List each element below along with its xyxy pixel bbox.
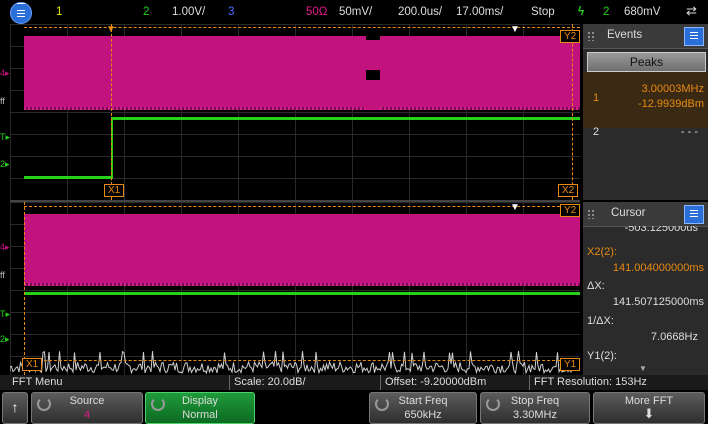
event-index: 1 <box>593 92 600 104</box>
main-menu-button[interactable] <box>2 0 46 24</box>
start-freq-softkey[interactable]: Start Freq 650kHz <box>369 392 477 424</box>
channel-markers: 4▸ ff T▸ 2▸ 4▸ ff T▸ 2▸ <box>0 24 10 375</box>
cursor-y2-label[interactable]: Y2 <box>560 204 580 217</box>
cursor-y1-label[interactable]: Y1 <box>560 358 580 371</box>
softkey-label: Source <box>69 395 105 407</box>
status-bar: FFT Menu Scale: 20.0dB/ Offset: -9.20000… <box>0 375 708 390</box>
fft-spectrum-trace <box>10 350 580 375</box>
events-header: Events <box>583 24 708 49</box>
softkey-bar: ↑ Source 4 Display Normal Start Freq 650… <box>0 391 708 424</box>
channel-3-indicator[interactable]: 3 <box>228 6 234 18</box>
trigger-marker-upper[interactable]: T▸ <box>0 132 10 143</box>
cursor-x1-label[interactable]: X1 <box>104 184 125 197</box>
upper-waveform-display[interactable]: X1 X2 Y2 ▼ ▼ <box>10 24 580 200</box>
channel-4-trace-gap-top <box>366 40 380 70</box>
cursor-x1-label[interactable]: X1 <box>22 358 43 371</box>
cursor-x2-label: X2(2): <box>587 246 617 258</box>
fft-resolution-value: FFT Resolution: 153Hz <box>534 376 647 388</box>
trigger-position-icon: ▼ <box>106 24 116 35</box>
delay-value[interactable]: 17.00ms/ <box>456 6 503 18</box>
menu-name: FFT Menu <box>12 376 63 388</box>
inverse-delta-x-label: 1/ΔX: <box>587 315 614 327</box>
cursor-x1-line[interactable] <box>111 24 113 200</box>
channel-2-trace-low <box>24 176 112 179</box>
event-row-2[interactable]: 2 - - - <box>583 116 708 146</box>
time-reference-icon: ▼ <box>510 24 520 35</box>
up-arrow-icon: ↑ <box>11 399 19 415</box>
cursor-x1-value: -503.125000us <box>624 226 698 234</box>
trigger-channel[interactable]: 2 <box>603 6 609 18</box>
drag-handle-icon[interactable] <box>587 31 595 41</box>
channel-4-marker-upper[interactable]: 4▸ <box>0 68 10 79</box>
fft-marker-upper[interactable]: ff <box>0 96 5 106</box>
event-frequency: 3.00003MHz <box>641 83 704 95</box>
softkey-value: 650kHz <box>404 409 442 421</box>
cursor-y2-line[interactable] <box>24 206 580 207</box>
channel-2-marker-upper[interactable]: 2▸ <box>0 159 10 170</box>
down-arrow-icon: ⬇ <box>643 406 655 421</box>
cursor-x2-label[interactable]: X2 <box>558 184 579 197</box>
stop-freq-softkey[interactable]: Stop Freq 3.30MHz <box>480 392 590 424</box>
cursor-y2-label[interactable]: Y2 <box>560 30 580 43</box>
trigger-marker-lower[interactable]: T▸ <box>0 309 10 320</box>
channel-4-trace-segment-2 <box>380 36 580 110</box>
top-status-bar: 1 2 1.00V/ 3 50Ω 50mV/ 200.0us/ 17.00ms/… <box>0 0 708 24</box>
run-state[interactable]: Stop <box>531 6 555 18</box>
channel-2-marker-lower[interactable]: 2▸ <box>0 334 10 345</box>
panel-menu-icon[interactable] <box>684 205 704 224</box>
panel-menu-icon[interactable] <box>684 27 704 46</box>
softkey-label: Stop Freq <box>510 395 560 407</box>
event-value: - - - <box>680 126 698 138</box>
channel-2-trace-high <box>111 117 580 120</box>
channel-4-scale[interactable]: 50mV/ <box>339 6 372 18</box>
more-fft-softkey[interactable]: More FFT ⬇ <box>593 392 705 424</box>
delta-x-value: 141.507125000ms <box>612 296 704 308</box>
trigger-coupling-icon: ⇄ <box>686 3 697 18</box>
display-softkey[interactable]: Display Normal <box>145 392 255 424</box>
inverse-delta-x-value: 7.0668Hz <box>650 331 698 343</box>
timebase-scale[interactable]: 200.0us/ <box>398 6 442 18</box>
cursor-x2-value: 141.004000000ms <box>612 262 704 274</box>
softkey-value: 4 <box>83 409 91 421</box>
events-title: Events <box>607 29 643 41</box>
softkey-label: Start Freq <box>398 395 448 407</box>
trigger-edge-icon: ϟ <box>578 6 585 18</box>
cursor-x2-line[interactable] <box>572 24 574 200</box>
events-panel: Events Peaks 1 3.00003MHz -12.9939dBm 2 … <box>583 24 708 200</box>
time-reference-icon: ▼ <box>510 202 520 213</box>
softkey-value: 3.30MHz <box>512 409 558 421</box>
menu-up-button[interactable]: ↑ <box>2 392 28 424</box>
peaks-tab[interactable]: Peaks <box>587 52 706 72</box>
delta-x-label: ΔX: <box>587 280 605 292</box>
softkey-label: Display <box>181 395 219 407</box>
cursor-y1-label: Y1(2): <box>587 350 617 362</box>
cursor-header: Cursor <box>583 202 708 227</box>
source-softkey[interactable]: Source 4 <box>31 392 143 424</box>
cursor-y1-line[interactable] <box>24 360 580 361</box>
event-amplitude: -12.9939dBm <box>637 98 704 110</box>
channel-2-trace <box>24 292 580 295</box>
softkey-value: Normal <box>182 409 218 421</box>
empty-softkey[interactable] <box>258 392 366 424</box>
drag-handle-icon[interactable] <box>587 209 595 219</box>
fft-scale-value: Scale: 20.0dB/ <box>234 376 306 388</box>
menu-icon <box>10 2 32 24</box>
fft-marker-lower[interactable]: ff <box>0 270 5 280</box>
cursor-x1-line[interactable] <box>24 202 26 375</box>
event-index: 2 <box>593 126 600 138</box>
channel-4-impedance: 50Ω <box>306 6 328 18</box>
trigger-level[interactable]: 680mV <box>624 6 660 18</box>
fft-offset-value: Offset: -9.20000dBm <box>385 376 487 388</box>
scroll-down-icon[interactable]: ▼ <box>639 364 647 373</box>
lower-waveform-display[interactable]: X1 Y2 Y1 ▼ <box>10 202 580 375</box>
channel-4-trace <box>24 214 580 286</box>
channel-2-scale[interactable]: 1.00V/ <box>172 6 205 18</box>
cursor-panel: Cursor -503.125000us X2(2): 141.00400000… <box>583 202 708 375</box>
channel-4-trace-gap-bottom <box>366 80 380 110</box>
channel-4-trace-segment <box>24 36 366 110</box>
channel-1-indicator[interactable]: 1 <box>56 6 62 18</box>
channel-4-marker-lower[interactable]: 4▸ <box>0 242 10 253</box>
channel-2-indicator[interactable]: 2 <box>143 6 149 18</box>
cursor-title: Cursor <box>611 207 646 219</box>
